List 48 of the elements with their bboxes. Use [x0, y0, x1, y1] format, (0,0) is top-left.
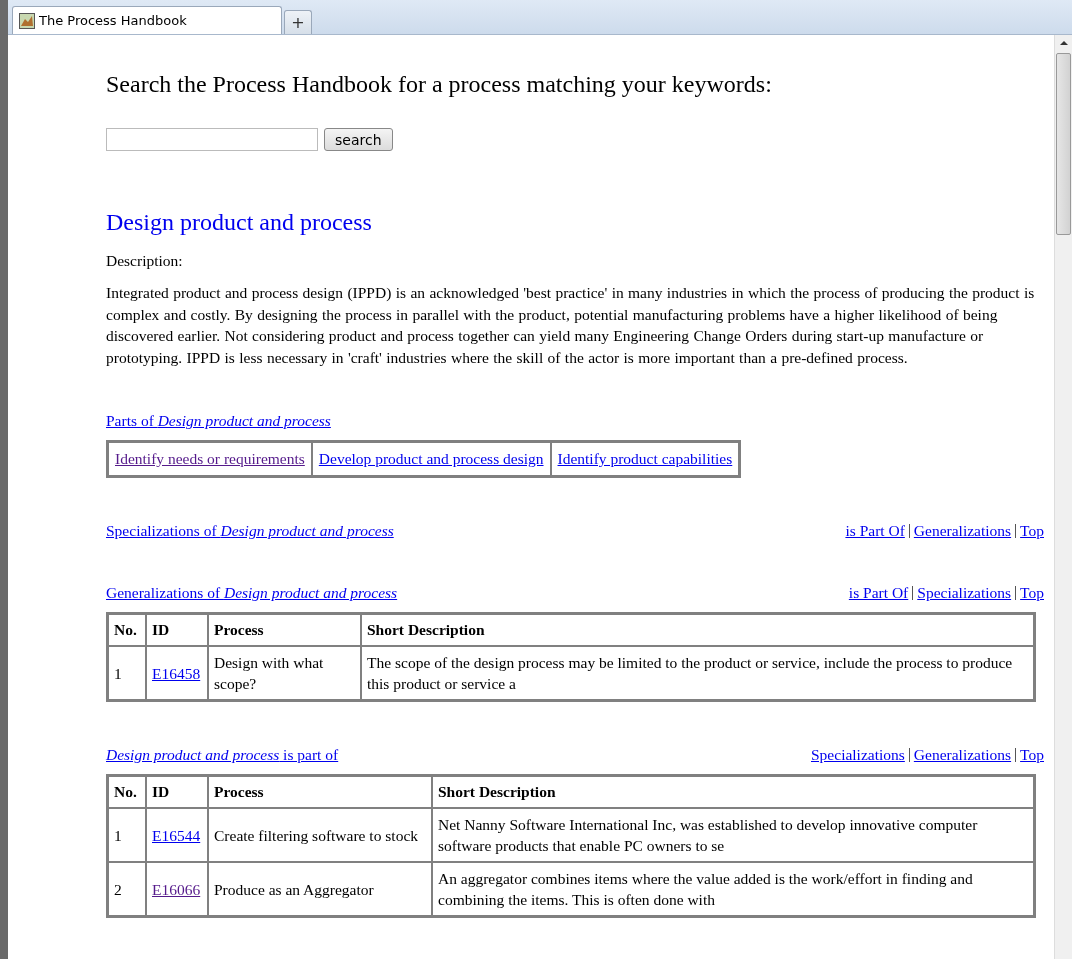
table-cell: 2 [108, 862, 146, 916]
scroll-thumb[interactable] [1056, 53, 1071, 235]
table-cell: 1 [108, 646, 146, 700]
column-header: Process [208, 614, 361, 646]
table-cell: Produce as an Aggregator [208, 862, 432, 916]
description-label: Description: [106, 252, 184, 270]
nav-link[interactable]: Specializations [917, 584, 1012, 602]
nav-link[interactable]: Top [1020, 522, 1044, 540]
column-header: No. [108, 614, 146, 646]
column-header: No. [108, 776, 146, 808]
new-tab-button[interactable]: + [284, 10, 312, 34]
column-header: ID [146, 614, 208, 646]
column-header: Short Description [432, 776, 1034, 808]
table-cell: The scope of the design process may be limited to the product or service, include the process to produce this product or service a [361, 646, 1034, 700]
part-link[interactable]: Identify product capabilities [557, 450, 733, 467]
search-heading: Search the Process Handbook for a process matching your keywords: [106, 71, 773, 98]
search-button[interactable]: search [324, 128, 393, 151]
table-cell: 1 [108, 808, 146, 862]
nav-link[interactable]: is Part Of [845, 522, 905, 540]
table-cell: Create filtering software to stock [208, 808, 432, 862]
table-cell: Design with what scope? [208, 646, 361, 700]
section-heading-link[interactable]: Generalizations of Design product and process [106, 584, 398, 602]
browser-tab[interactable]: The Process Handbook [12, 6, 282, 34]
tab-title: The Process Handbook [39, 13, 187, 28]
scrollbar[interactable] [1054, 35, 1072, 959]
nav-link[interactable]: is Part Of [848, 584, 909, 602]
column-header: Short Description [361, 614, 1034, 646]
column-header: ID [146, 776, 208, 808]
section-heading-link[interactable]: Design product and process is part of [106, 746, 339, 764]
table-cell: Net Nanny Software International Inc, was established to develop innovative computer software products that enable PC owners to se [432, 808, 1034, 862]
nav-link[interactable]: Top [1020, 746, 1044, 764]
part-link[interactable]: Identify needs or requirements [115, 450, 305, 467]
column-header: Process [208, 776, 432, 808]
nav-link[interactable]: Generalizations [913, 522, 1012, 540]
part-link[interactable]: Develop product and process design [318, 450, 544, 467]
process-title: Design product and process [106, 209, 373, 236]
id-link[interactable]: E16066 [152, 880, 201, 898]
id-link[interactable]: E16544 [152, 826, 201, 844]
table-cell: An aggregator combines items where the value added is the work/effort in finding and combining the items. This is often done with [432, 862, 1034, 916]
section-heading-link[interactable]: Parts of Design product and process [106, 412, 331, 430]
description-text: Integrated product and process design (IPPD) is an acknowledged 'best practice' in many industries in which the process of producing the product is complex and costly. By designing the process in parallel with the product, potential manufacturing problems have a higher likelihood of being discovered earlier. Not considering product and process together can yield many Engineering Change Orders during start-up manufacture or prototyping. IPPD is less necessary in 'craft' industries where the skill of the actor is more important than a pre-defined process. [106, 283, 1036, 368]
scroll-up-arrow-icon[interactable] [1059, 41, 1068, 45]
nav-link[interactable]: Specializations [811, 746, 905, 764]
nav-link[interactable]: Top [1020, 584, 1044, 602]
section-heading-link[interactable]: Specializations of Design product and process [106, 522, 394, 540]
search-field[interactable] [106, 128, 318, 151]
nav-link[interactable]: Generalizations [913, 746, 1012, 764]
id-link[interactable]: E16458 [152, 664, 201, 682]
